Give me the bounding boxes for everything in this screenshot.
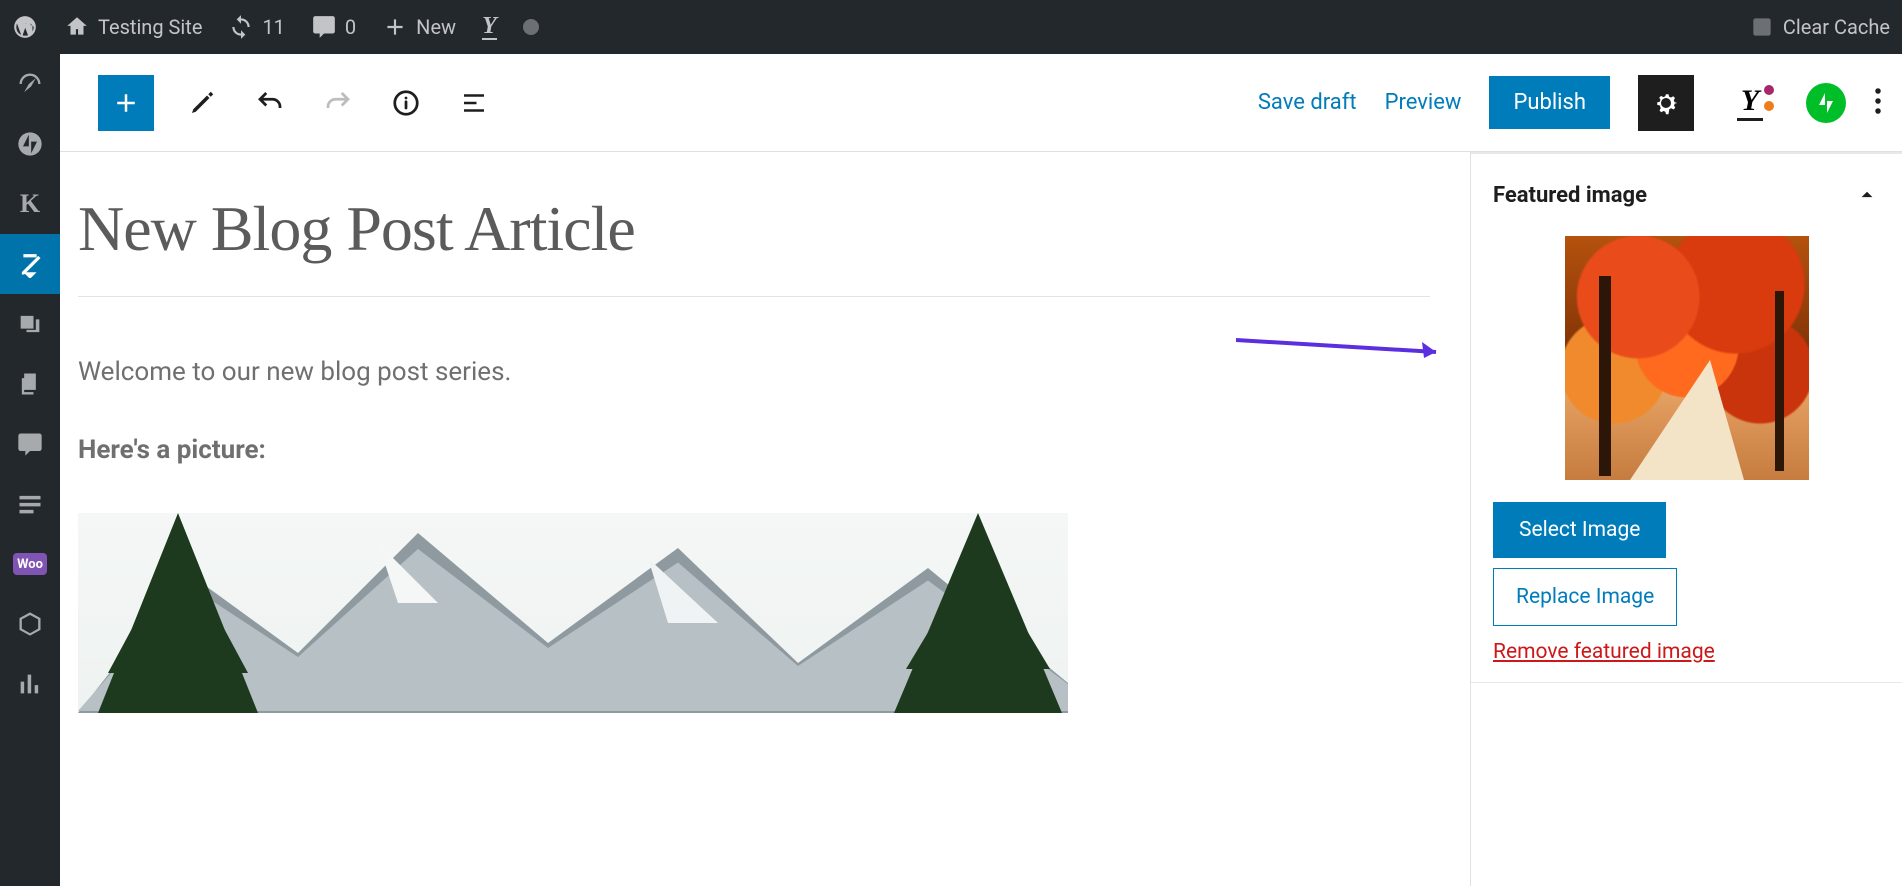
menu-forms[interactable] bbox=[0, 474, 60, 534]
editor: Save draft Preview Publish Y bbox=[60, 54, 1902, 886]
woo-icon: Woo bbox=[13, 553, 47, 575]
undo-icon bbox=[255, 88, 285, 118]
pencil-icon bbox=[187, 88, 217, 118]
menu-woocommerce[interactable]: Woo bbox=[0, 534, 60, 594]
dots-vertical-icon bbox=[1874, 86, 1882, 116]
select-image-button[interactable]: Select Image bbox=[1493, 502, 1666, 558]
admin-menu: K Woo bbox=[0, 54, 60, 886]
settings-button[interactable] bbox=[1638, 75, 1694, 131]
post-title[interactable]: New Blog Post Article bbox=[78, 192, 1430, 266]
plus-icon bbox=[111, 88, 141, 118]
status-dot-icon[interactable] bbox=[523, 19, 539, 35]
gear-icon bbox=[1651, 88, 1681, 118]
updates[interactable]: 11 bbox=[228, 14, 284, 40]
info-icon bbox=[391, 88, 421, 118]
picture-label[interactable]: Here's a picture: bbox=[78, 435, 1430, 465]
chevron-up-icon bbox=[1854, 182, 1880, 208]
editor-toolbar: Save draft Preview Publish Y bbox=[60, 54, 1902, 152]
wp-logo[interactable] bbox=[12, 14, 38, 40]
comments[interactable]: 0 bbox=[311, 14, 356, 40]
preview-button[interactable]: Preview bbox=[1385, 90, 1462, 115]
edit-mode-button[interactable] bbox=[182, 83, 222, 123]
menu-kinsta[interactable]: K bbox=[0, 174, 60, 234]
featured-image-thumbnail[interactable] bbox=[1565, 236, 1809, 480]
jetpack-button[interactable] bbox=[1806, 83, 1846, 123]
settings-sidebar: Featured image Select Image Replace Imag… bbox=[1470, 152, 1902, 886]
jetpack-icon bbox=[1814, 91, 1838, 115]
menu-dashboard[interactable] bbox=[0, 54, 60, 114]
redo-button bbox=[318, 83, 358, 123]
menu-analytics[interactable] bbox=[0, 654, 60, 714]
content-image[interactable] bbox=[78, 513, 1068, 713]
admin-bar: Testing Site 11 0 New Y Clear Cache bbox=[0, 0, 1902, 54]
remove-featured-image-link[interactable]: Remove featured image bbox=[1493, 640, 1715, 664]
yoast-button[interactable]: Y bbox=[1722, 75, 1778, 131]
new-label: New bbox=[416, 15, 456, 39]
outline-button[interactable] bbox=[454, 83, 494, 123]
title-divider bbox=[78, 296, 1430, 297]
updates-count: 11 bbox=[262, 15, 284, 39]
menu-comments[interactable] bbox=[0, 414, 60, 474]
editor-canvas[interactable]: New Blog Post Article Welcome to our new… bbox=[60, 152, 1470, 886]
undo-button[interactable] bbox=[250, 83, 290, 123]
new-content[interactable]: New bbox=[382, 14, 456, 40]
intro-paragraph[interactable]: Welcome to our new blog post series. bbox=[78, 357, 1430, 387]
yoast-icon: Y bbox=[1737, 84, 1763, 121]
clear-cache[interactable]: Clear Cache bbox=[1749, 14, 1890, 40]
tree-right-icon bbox=[878, 513, 1068, 713]
featured-image-panel-toggle[interactable]: Featured image bbox=[1471, 153, 1902, 236]
add-block-button[interactable] bbox=[98, 75, 154, 131]
replace-image-button[interactable]: Replace Image bbox=[1493, 568, 1677, 626]
publish-button[interactable]: Publish bbox=[1489, 76, 1610, 129]
menu-pages[interactable] bbox=[0, 354, 60, 414]
clear-cache-label: Clear Cache bbox=[1783, 15, 1890, 39]
save-draft-button[interactable]: Save draft bbox=[1258, 90, 1357, 115]
more-options-button[interactable] bbox=[1874, 86, 1882, 120]
outline-icon bbox=[459, 88, 489, 118]
tree-left-icon bbox=[78, 513, 288, 713]
yoast-adminbar-icon[interactable]: Y bbox=[482, 14, 497, 40]
site-name: Testing Site bbox=[98, 15, 202, 39]
menu-media[interactable] bbox=[0, 294, 60, 354]
redo-icon bbox=[323, 88, 353, 118]
comments-count: 0 bbox=[345, 15, 356, 39]
site-home[interactable]: Testing Site bbox=[64, 14, 202, 40]
k-icon: K bbox=[20, 189, 40, 219]
featured-image-heading: Featured image bbox=[1493, 183, 1647, 208]
menu-products[interactable] bbox=[0, 594, 60, 654]
menu-jetpack[interactable] bbox=[0, 114, 60, 174]
info-button[interactable] bbox=[386, 83, 426, 123]
menu-posts[interactable] bbox=[0, 234, 60, 294]
